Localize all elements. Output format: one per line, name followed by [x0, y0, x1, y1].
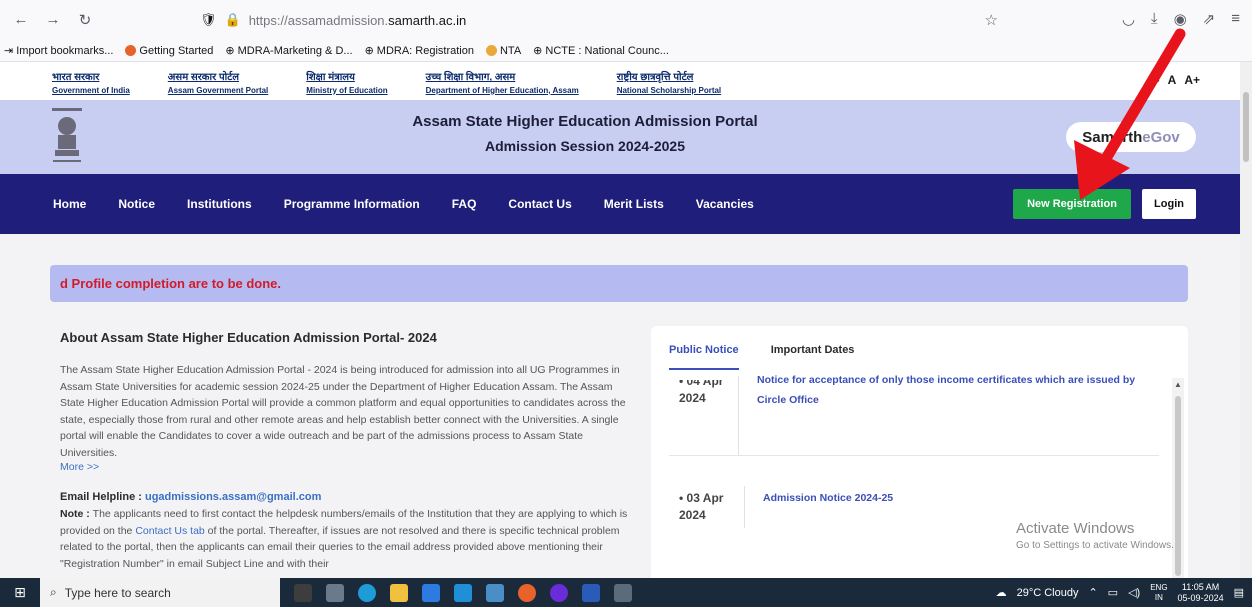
gov-link-higher-education-assam[interactable]: उच्च शिक्षा विभाग, असम Department of High…	[426, 67, 579, 95]
about-section: About Assam State Higher Education Admis…	[60, 330, 630, 572]
nav-merit-lists[interactable]: Merit Lists	[604, 197, 664, 211]
notice-title[interactable]: Admission Notice 2024-25	[745, 486, 893, 556]
nav-home[interactable]: Home	[53, 197, 86, 211]
file-explorer-icon[interactable]	[390, 583, 408, 602]
scroll-thumb[interactable]	[1243, 92, 1249, 162]
network-icon[interactable]: ▭	[1108, 586, 1118, 599]
about-heading: About Assam State Higher Education Admis…	[60, 330, 437, 345]
bookmark-ncte[interactable]: ⊕ NCTE : National Counc...	[533, 44, 669, 58]
red-arrow-annotation	[1074, 28, 1186, 200]
nav-vacancies[interactable]: Vacancies	[696, 197, 754, 211]
windows-taskbar: ⊞ ⌕ Type here to search ☁ 29°C Cloudy ⌃ …	[0, 578, 1252, 607]
gov-link-scholarship-portal[interactable]: राष्ट्रीय छात्रवृत्ति पोर्टल National Sch…	[617, 67, 721, 95]
announcement-marquee: d Profile completion are to be done.	[50, 265, 1188, 302]
firefox-icon[interactable]	[518, 583, 536, 602]
teams-icon[interactable]	[550, 583, 568, 602]
url-prefix: https://assamadmission.	[248, 12, 389, 28]
notifications-icon[interactable]: ▤	[1234, 586, 1244, 599]
notice-date: • 04 Apr 2024	[669, 376, 739, 455]
chevron-up-icon[interactable]: ⌃	[1088, 586, 1097, 599]
bookmark-nta[interactable]: NTA	[485, 45, 521, 57]
notice-date: • 03 Apr 2024	[669, 486, 745, 528]
mail-icon[interactable]	[454, 583, 472, 602]
lock-icon: 🔒	[224, 12, 241, 27]
scroll-up-icon[interactable]: ▲	[1174, 380, 1182, 389]
bookmark-mdra-marketing[interactable]: ⊕ MDRA-Marketing & D...	[225, 44, 352, 58]
government-links-strip: भारत सरकार Government of India असम सरकार …	[0, 62, 1240, 100]
globe-icon: ⊕	[225, 45, 235, 57]
helpline-email[interactable]: ugadmissions.assam@gmail.com	[145, 491, 321, 503]
nav-faq[interactable]: FAQ	[452, 197, 477, 211]
volume-icon[interactable]: ◁)	[1128, 586, 1140, 599]
note-text: Note : The applicants need to first cont…	[60, 508, 628, 570]
nav-institutions[interactable]: Institutions	[187, 197, 252, 211]
bookmark-star-icon[interactable]: ☆	[985, 11, 998, 29]
menu-icon[interactable]: ≡	[1231, 10, 1240, 28]
graduation-cap-icon[interactable]	[294, 583, 312, 602]
more-link[interactable]: More >>	[60, 461, 630, 473]
back-icon[interactable]: ←	[12, 11, 30, 29]
cloud-icon: ☁	[995, 587, 1007, 599]
nav-programme-information[interactable]: Programme Information	[284, 197, 420, 211]
word-icon[interactable]	[582, 583, 600, 602]
clock[interactable]: 11:05 AM 05-09-2024	[1178, 582, 1224, 604]
nta-icon	[485, 45, 497, 56]
firefox-icon	[125, 45, 137, 56]
import-icon: ⇥	[4, 45, 14, 57]
app-icon[interactable]	[614, 583, 632, 602]
gov-link-assam-portal[interactable]: असम सरकार पोर्टल Assam Government Portal	[168, 67, 268, 95]
bookmark-import[interactable]: ⇥ Import bookmarks...	[4, 44, 113, 58]
about-body: The Assam State Higher Education Admissi…	[60, 364, 626, 459]
bookmark-getting-started[interactable]: Getting Started	[125, 45, 213, 57]
address-bar[interactable]: 🛡 🔒 https://assamadmission.samarth.ac.in…	[190, 6, 1010, 34]
tab-public-notice[interactable]: Public Notice	[669, 344, 739, 370]
url-domain: samarth.ac.in	[388, 12, 467, 28]
session-subtitle: Admission Session 2024-2025	[485, 138, 685, 154]
portal-title: Assam State Higher Education Admission P…	[412, 113, 758, 130]
web-page: भारत सरकार Government of India असम सरकार …	[0, 62, 1240, 578]
email-helpline: Email Helpline : ugadmissions.assam@gmai…	[60, 491, 322, 503]
contact-us-tab-link[interactable]: Contact Us tab	[135, 525, 204, 537]
search-icon: ⌕	[50, 585, 57, 599]
main-navbar: Home Notice Institutions Programme Infor…	[0, 174, 1240, 234]
language-indicator[interactable]: ENG IN	[1150, 583, 1167, 603]
shield-icon: 🛡	[200, 12, 217, 27]
nav-notice[interactable]: Notice	[118, 197, 155, 211]
notice-title[interactable]: Notice for acceptance of only those inco…	[739, 370, 1159, 455]
task-view-icon[interactable]	[326, 583, 344, 602]
taskbar-search-input[interactable]: ⌕ Type here to search	[40, 578, 280, 607]
gov-link-ministry-education[interactable]: शिक्षा मंत्रालय Ministry of Education	[306, 67, 387, 95]
tab-important-dates[interactable]: Important Dates	[771, 344, 855, 370]
scroll-thumb[interactable]	[1175, 396, 1181, 576]
reload-icon[interactable]: ↻	[76, 11, 94, 29]
portal-banner: Assam State Higher Education Admission P…	[0, 100, 1240, 174]
forward-icon[interactable]: →	[44, 11, 62, 29]
windows-start-icon[interactable]: ⊞	[0, 578, 40, 607]
weather-text[interactable]: 29°C Cloudy	[1017, 587, 1079, 599]
system-tray: ☁ 29°C Cloudy ⌃ ▭ ◁) ENG IN 11:05 AM 05-09…	[996, 578, 1252, 607]
page-scrollbar[interactable]	[1240, 62, 1252, 578]
store-icon[interactable]	[422, 583, 440, 602]
people-icon[interactable]	[486, 583, 504, 602]
activate-windows-watermark: Activate Windows Go to Settings to activ…	[1016, 520, 1174, 551]
gov-link-india[interactable]: भारत सरकार Government of India	[52, 67, 130, 95]
globe-icon: ⊕	[533, 45, 543, 57]
list-item[interactable]: • 04 Apr 2024 Notice for acceptance of on…	[669, 374, 1159, 456]
nav-contact-us[interactable]: Contact Us	[508, 197, 571, 211]
globe-icon: ⊕	[364, 45, 374, 57]
bookmark-mdra-registration[interactable]: ⊕ MDRA: Registration	[364, 44, 474, 58]
edge-icon[interactable]	[358, 583, 376, 602]
